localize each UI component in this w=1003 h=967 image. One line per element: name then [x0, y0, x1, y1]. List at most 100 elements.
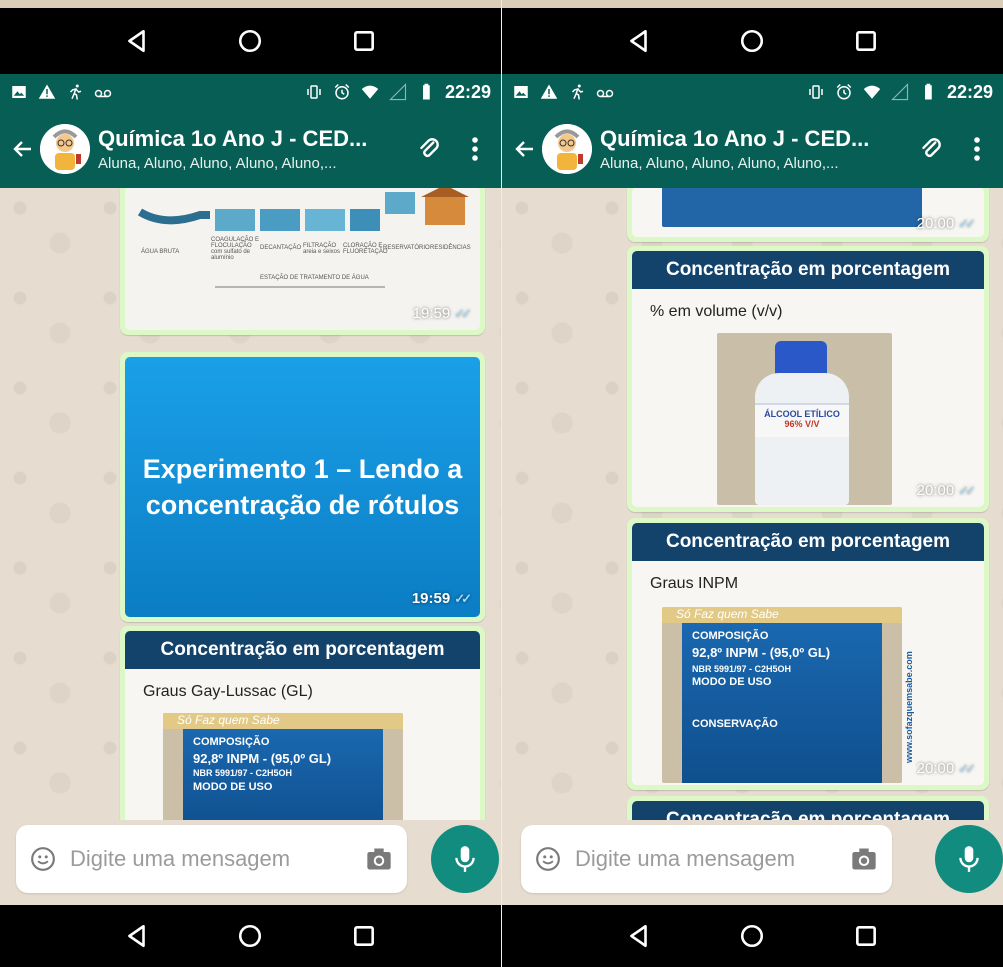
back-triangle-icon[interactable]: [626, 923, 652, 949]
recents-square-icon[interactable]: [351, 923, 377, 949]
bottle-label-text: ÁLCOOL ETÍLICO: [764, 409, 840, 419]
slide-image[interactable]: 20:00 ✓✓: [632, 188, 984, 237]
diagram-label: ÁGUA BRUTA: [141, 249, 180, 255]
slide-body: % em volume (v/v): [650, 303, 783, 320]
bottle-photo: ÁLCOOL ETÍLICO 96% V/V: [717, 333, 892, 505]
mic-button[interactable]: [431, 825, 499, 893]
more-options-icon[interactable]: [959, 131, 995, 167]
signal-icon: [389, 83, 407, 101]
home-circle-icon[interactable]: [237, 28, 263, 54]
label-photo: Só Faz quem Sabe COMPOSIÇÃO 92,8º INPM -…: [662, 607, 902, 783]
slide-body: Graus INPM: [650, 575, 739, 592]
navbar-top: [0, 8, 501, 74]
slide-image[interactable]: Concentração em porcentagem: [632, 801, 984, 820]
vibrate-icon: [307, 85, 321, 99]
slide-image[interactable]: Concentração em porcentagem Graus Gay-Lu…: [125, 631, 480, 820]
back-triangle-icon[interactable]: [124, 923, 150, 949]
message-placeholder: Digite uma mensagem: [70, 846, 291, 871]
screen-right: 22:29 Química 1o Ano J - CED... Aluna, A…: [502, 0, 1003, 967]
diagram-label: COAGULAÇÃO E FLOCULAÇÃO com sulfato de a…: [211, 237, 260, 261]
read-ticks-icon: ✓✓: [958, 760, 976, 776]
recents-square-icon[interactable]: [853, 923, 879, 949]
photo-text: Só Faz quem Sabe: [662, 607, 902, 623]
mic-button[interactable]: [935, 825, 1003, 893]
slide-heading: Concentração em porcentagem: [632, 523, 984, 561]
image-message[interactable]: Concentração em porcentagem % em volume …: [627, 246, 989, 512]
slide-heading: Concentração em porcentagem: [632, 251, 984, 289]
read-ticks-icon: ✓✓: [958, 215, 976, 231]
message-time: 19:59 ✓✓: [411, 589, 472, 607]
diagram-caption: ESTAÇÃO DE TRATAMENTO DE ÁGUA: [260, 275, 369, 281]
water-treatment-diagram[interactable]: ÁGUA BRUTA COAGULAÇÃO E FLOCULAÇÃO com s…: [125, 188, 480, 330]
chat-title: Química 1o Ano J - CED...: [600, 126, 870, 151]
chat-area[interactable]: ÁGUA BRUTA COAGULAÇÃO E FLOCULAÇÃO com s…: [0, 188, 501, 820]
chat-title-block[interactable]: Química 1o Ano J - CED... Aluna, Aluno, …: [600, 126, 903, 172]
back-triangle-icon[interactable]: [626, 28, 652, 54]
top-strip: [502, 0, 1003, 8]
back-arrow-icon[interactable]: [8, 134, 38, 164]
photo-text: 92,8º INPM - (95,0º GL): [193, 750, 332, 766]
alarm-icon: [836, 83, 852, 100]
warning-icon: [38, 84, 56, 99]
photo-text: MODO DE USO: [692, 676, 772, 689]
bottle-label-text: 96% V/V: [784, 419, 820, 429]
read-ticks-icon: ✓✓: [454, 591, 472, 607]
image-message[interactable]: 20:00 ✓✓: [627, 188, 989, 242]
emoji-icon[interactable]: [535, 846, 561, 872]
recents-square-icon[interactable]: [351, 28, 377, 54]
message-input[interactable]: Digite uma mensagem: [16, 825, 407, 893]
running-icon: [69, 84, 82, 100]
image-message[interactable]: ÁGUA BRUTA COAGULAÇÃO E FLOCULAÇÃO com s…: [120, 188, 485, 335]
back-triangle-icon[interactable]: [124, 28, 150, 54]
back-arrow-icon[interactable]: [510, 134, 540, 164]
group-avatar[interactable]: [542, 124, 592, 174]
status-bar: 22:29: [502, 74, 1003, 110]
attach-icon[interactable]: [913, 131, 949, 167]
emoji-icon[interactable]: [30, 846, 56, 872]
chat-area[interactable]: 20:00 ✓✓ Concentração em porcentagem % em…: [502, 188, 1003, 820]
slide-title-line2: concentração de rótulos: [145, 490, 460, 520]
battery-icon: [924, 83, 932, 100]
photo-text: 92,8º INPM - (95,0º GL): [692, 645, 831, 661]
more-options-icon[interactable]: [457, 131, 493, 167]
photo-side-text: www.sofazquemsabe.com: [904, 651, 914, 763]
microphone-icon: [959, 846, 979, 872]
microphone-icon: [455, 846, 475, 872]
battery-icon: [422, 83, 430, 100]
attach-icon[interactable]: [411, 131, 447, 167]
message-placeholder: Digite uma mensagem: [575, 846, 796, 871]
read-ticks-icon: ✓✓: [958, 482, 976, 498]
composer: Digite uma mensagem: [502, 820, 1003, 905]
warning-icon: [540, 84, 558, 99]
chat-participants: Aluna, Aluno, Aluno, Aluno, Aluno,...: [600, 155, 839, 172]
image-message[interactable]: Experimento 1 – Lendo a concentração de …: [120, 352, 485, 622]
alarm-icon: [334, 83, 350, 100]
photo-text: COMPOSIÇÃO: [692, 630, 769, 642]
navbar-bottom: [0, 905, 501, 967]
image-message[interactable]: Concentração em porcentagem Graus Gay-Lu…: [120, 626, 485, 820]
slide-image[interactable]: Concentração em porcentagem Graus INPM S…: [632, 523, 984, 785]
vibrate-icon: [809, 85, 823, 99]
group-avatar[interactable]: [40, 124, 90, 174]
photo-text: NBR 5991/97 - C2H5OH: [692, 663, 792, 674]
chat-title-block[interactable]: Química 1o Ano J - CED... Aluna, Aluno, …: [98, 126, 401, 172]
signal-icon: [891, 83, 909, 101]
wifi-icon: [863, 85, 881, 99]
slide-image[interactable]: Concentração em porcentagem % em volume …: [632, 251, 984, 507]
home-circle-icon[interactable]: [739, 28, 765, 54]
slide-heading: Concentração em porcentagem: [632, 801, 984, 820]
camera-icon[interactable]: [850, 846, 878, 872]
image-message[interactable]: Concentração em porcentagem: [627, 796, 989, 820]
diagram-label: RESERVATÓRIO: [383, 245, 430, 251]
image-message[interactable]: Concentração em porcentagem Graus INPM S…: [627, 518, 989, 790]
recents-square-icon[interactable]: [853, 28, 879, 54]
camera-icon[interactable]: [365, 846, 393, 872]
home-circle-icon[interactable]: [237, 923, 263, 949]
photo-text: CONSERVAÇÃO: [692, 717, 778, 730]
slide-heading: Concentração em porcentagem: [125, 631, 480, 669]
message-input[interactable]: Digite uma mensagem: [521, 825, 892, 893]
slide-image[interactable]: Experimento 1 – Lendo a concentração de …: [125, 357, 480, 617]
message-time: 20:00 ✓✓: [916, 215, 976, 232]
home-circle-icon[interactable]: [739, 923, 765, 949]
chat-title: Química 1o Ano J - CED...: [98, 126, 368, 151]
